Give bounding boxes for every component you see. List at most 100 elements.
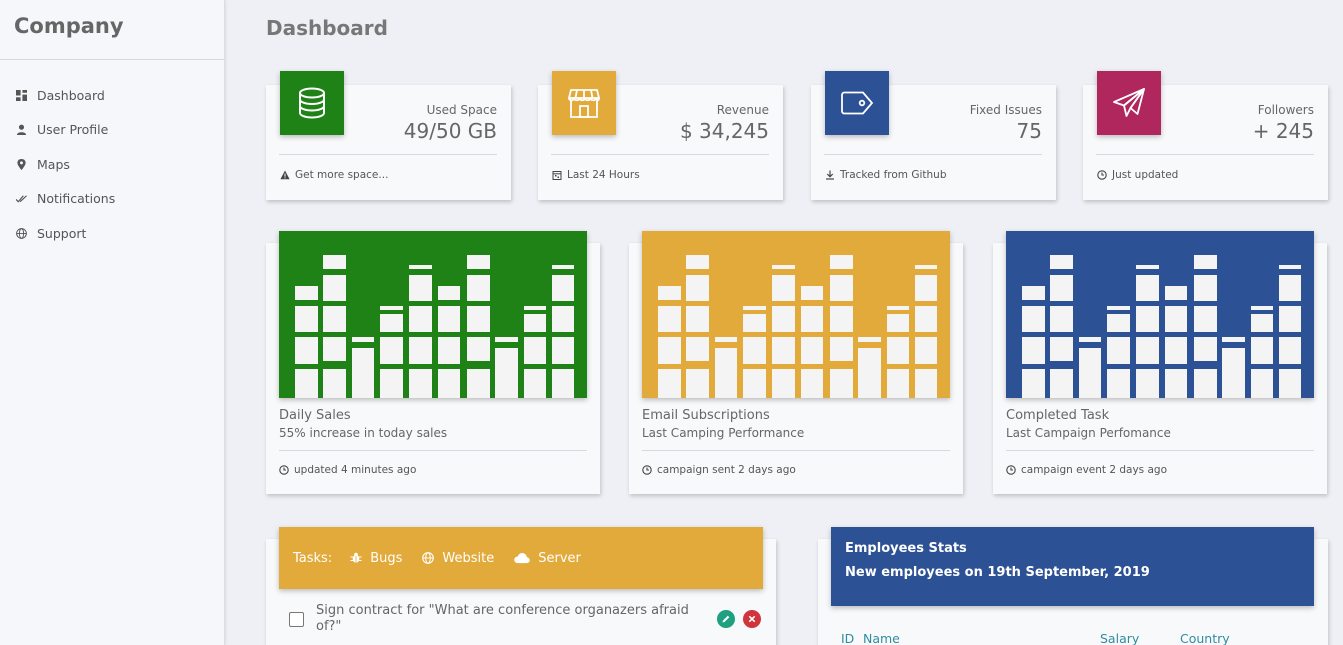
sidebar: Company Dashboard User Profile Maps Noti… <box>0 0 225 645</box>
bar-block <box>1050 275 1073 301</box>
bar-block <box>686 369 709 398</box>
brand-logo[interactable]: Company <box>0 0 224 60</box>
bar-block <box>524 314 546 332</box>
bar-block <box>1165 337 1187 364</box>
warning-icon <box>280 170 290 180</box>
bar-block <box>1165 306 1187 332</box>
bar-block <box>887 314 909 332</box>
task-checkbox[interactable] <box>289 612 304 627</box>
sidebar-item-user-profile[interactable]: User Profile <box>0 113 224 148</box>
chart-card-completed-task: Completed Task Last Campaign Perfomance … <box>993 231 1327 494</box>
column-header-salary: Salary <box>1100 631 1140 645</box>
close-icon <box>748 615 756 623</box>
bar-block <box>295 369 318 398</box>
tasks-header: Tasks: Bugs Website Server <box>279 527 763 589</box>
bar-block <box>858 348 881 398</box>
globe-icon <box>422 552 435 564</box>
bar-block <box>552 369 574 398</box>
bar-block <box>409 337 432 364</box>
bar-block <box>323 255 346 269</box>
bar-block <box>1194 351 1217 361</box>
clock-icon <box>279 465 289 475</box>
bar-block <box>830 337 853 351</box>
bar-block <box>830 369 853 398</box>
bar-block <box>1079 337 1101 342</box>
bar-block <box>1136 265 1159 269</box>
bar-block <box>438 337 460 364</box>
bar-block <box>380 306 403 310</box>
task-row: Sign contract for "What are conference o… <box>289 603 769 635</box>
sidebar-item-maps[interactable]: Maps <box>0 147 224 182</box>
store-icon <box>552 71 616 135</box>
bar-block <box>658 369 681 398</box>
bar-block <box>524 337 546 364</box>
divider <box>642 450 950 451</box>
bar-block <box>715 337 737 342</box>
sidebar-item-dashboard[interactable]: Dashboard <box>0 78 224 113</box>
stat-label: Revenue <box>716 103 769 117</box>
bar-block <box>772 337 795 364</box>
tag-icon <box>825 71 889 135</box>
bar-block <box>1222 348 1245 398</box>
double-check-icon <box>15 193 27 205</box>
bar-block <box>658 286 681 300</box>
stat-card-used-space: Used Space 49/50 GB Get more space... <box>266 71 511 200</box>
divider <box>824 154 1042 155</box>
employees-subtitle: New employees on 19th September, 2019 <box>845 565 1150 580</box>
bar-block <box>552 275 574 301</box>
bar-block <box>1251 369 1273 398</box>
stat-value: 75 <box>1016 119 1042 143</box>
bar-block <box>1251 306 1273 310</box>
user-icon <box>15 124 27 136</box>
tab-server[interactable]: Server <box>514 551 581 566</box>
stat-footer-text: Get more space... <box>295 169 389 181</box>
bar-block <box>915 275 937 301</box>
column-header-id: ID <box>841 631 855 645</box>
stat-footer[interactable]: Tracked from Github <box>825 169 946 181</box>
stat-label: Followers <box>1257 103 1314 117</box>
task-text: Sign contract for "What are conference o… <box>316 603 689 634</box>
bar-block <box>1165 369 1187 398</box>
chart-card-daily-sales: Daily Sales 55% increase in today sales … <box>266 231 600 494</box>
bar-block <box>830 255 853 269</box>
bar-block <box>887 369 909 398</box>
bar-block <box>524 306 546 310</box>
tab-bugs[interactable]: Bugs <box>350 551 402 566</box>
pencil-icon <box>722 615 730 623</box>
bar-block <box>658 306 681 332</box>
stat-footer-text: Just updated <box>1112 169 1179 181</box>
bar-block <box>409 306 432 332</box>
employees-stats-card: Employees Stats New employees on 19th Se… <box>818 527 1328 645</box>
bar-block <box>352 348 374 398</box>
bar-block <box>743 306 766 310</box>
globe-icon <box>15 227 27 239</box>
bar-block <box>1194 369 1217 398</box>
bar-block <box>1251 314 1273 332</box>
bar-block <box>467 306 490 332</box>
chart-footer: updated 4 minutes ago <box>279 464 416 476</box>
edit-task-button[interactable] <box>717 610 735 628</box>
bar-block <box>409 265 432 269</box>
stat-footer[interactable]: Get more space... <box>280 169 388 181</box>
bar-block <box>1279 337 1301 364</box>
bar-block <box>772 275 795 301</box>
bar-block <box>1136 275 1159 301</box>
cloud-icon <box>514 552 531 564</box>
bar-block <box>438 306 460 332</box>
sidebar-item-label: Notifications <box>37 191 116 207</box>
sidebar-item-notifications[interactable]: Notifications <box>0 182 224 217</box>
sidebar-item-support[interactable]: Support <box>0 216 224 251</box>
bar-block <box>467 351 490 361</box>
bar-block <box>772 369 795 398</box>
tab-website[interactable]: Website <box>422 551 494 566</box>
bug-icon <box>350 552 362 563</box>
chart-footer: campaign sent 2 days ago <box>642 464 796 476</box>
delete-task-button[interactable] <box>743 610 761 628</box>
bar-block <box>686 337 709 351</box>
bar-block <box>743 337 766 364</box>
bar-block <box>1022 306 1045 332</box>
paper-plane-icon <box>1097 71 1161 135</box>
bar-block <box>524 369 546 398</box>
bar-block <box>830 275 853 301</box>
bar-block <box>1050 306 1073 332</box>
